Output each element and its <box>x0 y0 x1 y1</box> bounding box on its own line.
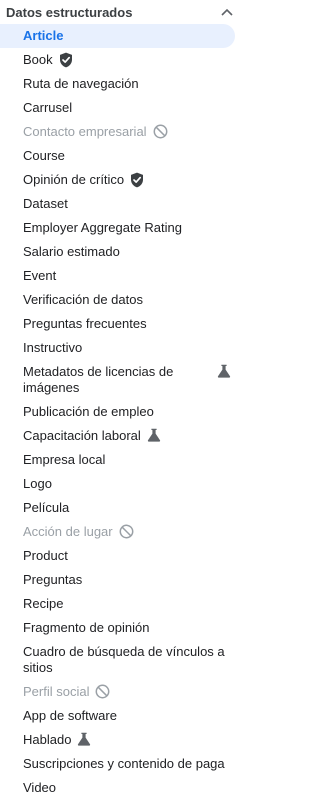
nav-item[interactable]: Metadatos de licencias de imágenes <box>0 360 243 400</box>
nav-item[interactable]: Salario estimado <box>0 240 243 264</box>
nav-item-label: Película <box>23 500 70 515</box>
nav-item-label: Book <box>23 52 53 67</box>
nav-item: Perfil social <box>0 680 243 704</box>
nav-item-label: Preguntas <box>23 572 83 587</box>
beta-flask-icon <box>77 732 91 746</box>
nav-item-label: Cuadro de búsqueda de vínculos a sitios <box>23 644 225 675</box>
nav-item-label: Hablado <box>23 732 72 747</box>
nav-item-label: Carrusel <box>23 100 73 115</box>
nav-item-label: Event <box>23 268 57 283</box>
nav-item[interactable]: App de software <box>0 704 243 728</box>
nav-item[interactable]: Hablado <box>0 728 243 752</box>
nav-item[interactable]: Product <box>0 544 243 568</box>
nav-item[interactable]: Course <box>0 144 243 168</box>
nav-item-label: Recipe <box>23 596 64 611</box>
nav-item[interactable]: Book <box>0 48 243 72</box>
nav-item[interactable]: Publicación de empleo <box>0 400 243 424</box>
nav-item-label: Opinión de crítico <box>23 172 125 187</box>
nav-item[interactable]: Fragmento de opinión <box>0 616 243 640</box>
verified-shield-icon <box>130 172 144 188</box>
nav-item[interactable]: Employer Aggregate Rating <box>0 216 243 240</box>
nav-item-label: Metadatos de licencias de imágenes <box>23 364 174 395</box>
nav-item-label: Verificación de datos <box>23 292 143 307</box>
nav-item-label: Video <box>23 780 57 795</box>
nav-item-label: Logo <box>23 476 52 491</box>
nav-item-label: Salario estimado <box>23 244 120 259</box>
nav-item-label: Fragmento de opinión <box>23 620 150 635</box>
nav-item-label: Publicación de empleo <box>23 404 154 419</box>
nav-item[interactable]: Carrusel <box>0 96 243 120</box>
nav-item[interactable]: Opinión de crítico <box>0 168 243 192</box>
nav-item: Contacto empresarial <box>0 120 243 144</box>
nav-item[interactable]: Preguntas <box>0 568 243 592</box>
nav-item[interactable]: Logo <box>0 472 243 496</box>
nav-item: Acción de lugar <box>0 520 243 544</box>
nav-item[interactable]: Recipe <box>0 592 243 616</box>
nav-item-label: Instructivo <box>23 340 83 355</box>
nav-item-label: Employer Aggregate Rating <box>23 220 182 235</box>
nav-item[interactable]: Ruta de navegación <box>0 72 243 96</box>
nav-item-label: Product <box>23 548 68 563</box>
nav-item-label: Preguntas frecuentes <box>23 316 147 331</box>
nav-item-label: Contacto empresarial <box>23 124 147 139</box>
nav-item-label: Perfil social <box>23 684 90 699</box>
nav-item-label: Acción de lugar <box>23 524 113 539</box>
nav-item[interactable]: Capacitación laboral <box>0 424 243 448</box>
nav-item-label: App de software <box>23 708 117 723</box>
nav-item[interactable]: Preguntas frecuentes <box>0 312 243 336</box>
section-header[interactable]: Datos estructurados <box>0 0 243 24</box>
nav-item[interactable]: Event <box>0 264 243 288</box>
section-title: Datos estructurados <box>6 4 133 20</box>
nav-item-label: Dataset <box>23 196 68 211</box>
nav-item-label: Course <box>23 148 65 163</box>
verified-shield-icon <box>59 52 73 68</box>
nav-list: Article Book Ruta de navegación Carrusel Con… <box>0 24 243 800</box>
nav-item[interactable]: Verificación de datos <box>0 288 243 312</box>
nav-item-label: Suscripciones y contenido de paga <box>23 756 225 771</box>
not-allowed-icon <box>119 524 134 539</box>
beta-flask-icon <box>217 364 231 378</box>
nav-item[interactable]: Video <box>0 776 243 800</box>
structured-data-nav: Datos estructurados Article Book Ruta de n… <box>0 0 243 800</box>
nav-item-label: Ruta de navegación <box>23 76 139 91</box>
nav-item-label: Capacitación laboral <box>23 428 141 443</box>
nav-item[interactable]: Instructivo <box>0 336 243 360</box>
nav-item[interactable]: Empresa local <box>0 448 243 472</box>
nav-item[interactable]: Article <box>0 24 235 48</box>
nav-item[interactable]: Película <box>0 496 243 520</box>
nav-item[interactable]: Cuadro de búsqueda de vínculos a sitios <box>0 640 243 680</box>
not-allowed-icon <box>153 124 168 139</box>
nav-item-label: Empresa local <box>23 452 106 467</box>
not-allowed-icon <box>95 684 110 699</box>
nav-item[interactable]: Dataset <box>0 192 243 216</box>
nav-item-label: Article <box>23 28 64 43</box>
beta-flask-icon <box>147 428 161 442</box>
chevron-up-icon[interactable] <box>219 4 235 20</box>
nav-item[interactable]: Suscripciones y contenido de paga <box>0 752 243 776</box>
